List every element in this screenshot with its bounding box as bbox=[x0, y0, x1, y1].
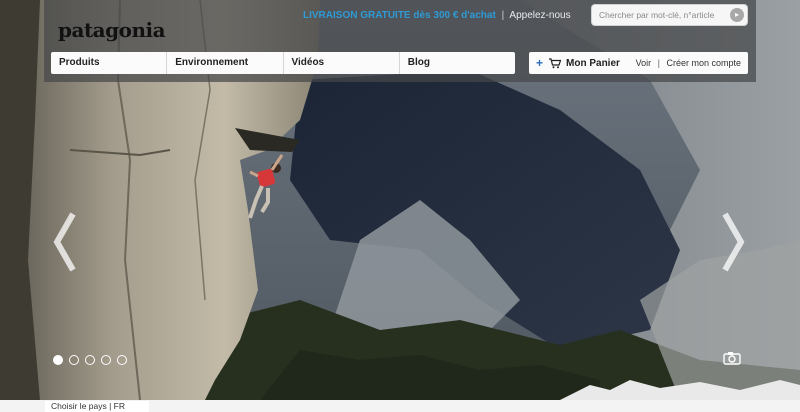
nav-item-videos[interactable]: Vidéos bbox=[284, 52, 400, 74]
view-cart-link[interactable]: Voir bbox=[636, 58, 652, 68]
promo-separator: | bbox=[501, 10, 505, 21]
nav-item-produits[interactable]: Produits bbox=[51, 52, 168, 74]
search-box: ▸ bbox=[591, 4, 748, 26]
create-account-link[interactable]: Créer mon compte bbox=[666, 58, 741, 68]
chevron-right-icon[interactable] bbox=[719, 212, 747, 272]
nav-item-environnement[interactable]: Environnement bbox=[167, 52, 284, 74]
free-shipping-link[interactable]: LIVRAISON GRATUITE dès 300 € d'achat bbox=[303, 10, 496, 21]
search-input[interactable] bbox=[592, 5, 722, 25]
carousel-dot[interactable] bbox=[69, 355, 79, 365]
cart-expand-button[interactable]: + bbox=[536, 56, 543, 70]
my-cart-label[interactable]: Mon Panier bbox=[566, 58, 620, 69]
carousel-dot[interactable] bbox=[85, 355, 95, 365]
search-arrow-icon[interactable]: ▸ bbox=[730, 8, 744, 22]
country-selector[interactable]: Choisir le pays | FR bbox=[45, 401, 149, 412]
carousel-dot[interactable] bbox=[101, 355, 111, 365]
carousel-dots bbox=[53, 355, 127, 365]
promo-banner: LIVRAISON GRATUITE dès 300 € d'achat | A… bbox=[303, 10, 571, 21]
account-links: Voir | Créer mon compte bbox=[636, 58, 741, 68]
cart-bar: + Mon Panier Voir | Créer mon compte bbox=[529, 52, 748, 74]
chevron-left-icon[interactable] bbox=[51, 212, 79, 272]
carousel-dot[interactable] bbox=[53, 355, 63, 365]
carousel-dot[interactable] bbox=[117, 355, 127, 365]
call-us-link[interactable]: Appelez-nous bbox=[509, 10, 570, 21]
camera-icon[interactable] bbox=[723, 351, 741, 365]
patagonia-logo[interactable]: patagonia bbox=[58, 18, 166, 42]
cart-icon[interactable] bbox=[549, 57, 562, 69]
main-nav: Produits Environnement Vidéos Blog bbox=[51, 52, 515, 74]
account-separator: | bbox=[657, 58, 660, 68]
nav-item-blog[interactable]: Blog bbox=[400, 52, 515, 74]
